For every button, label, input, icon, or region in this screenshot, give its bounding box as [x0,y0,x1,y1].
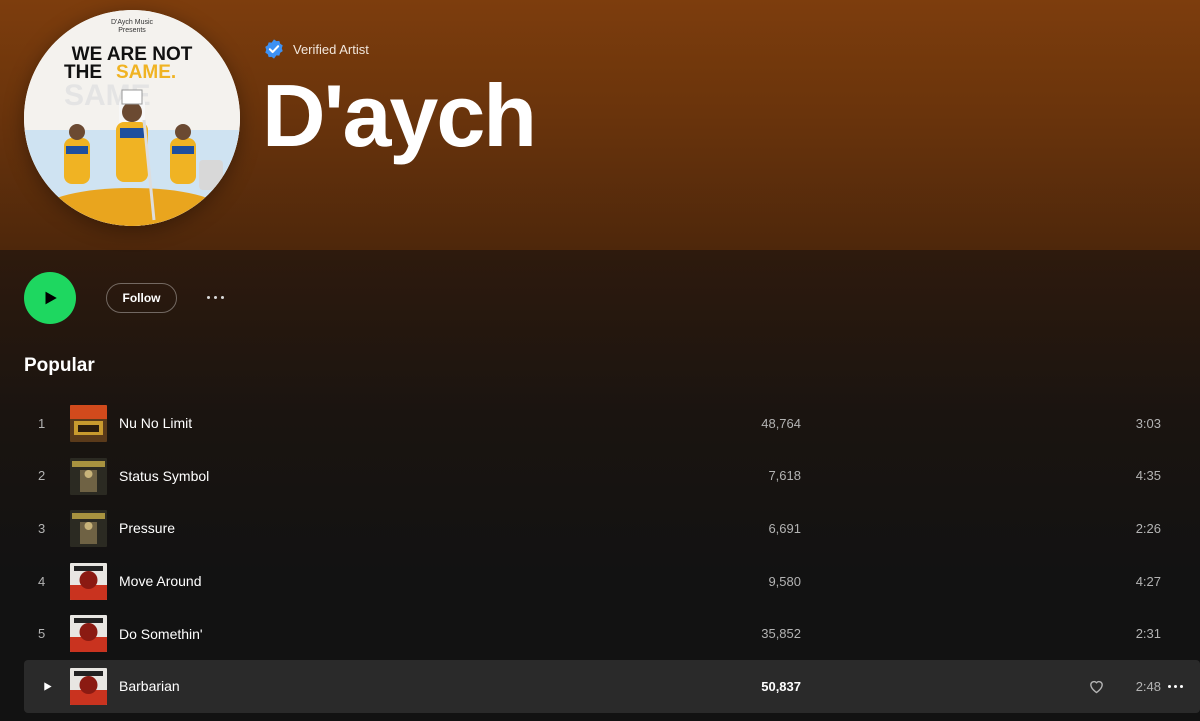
track-duration: 2:48 [1135,678,1161,694]
artist-avatar: SAME D'Aych Music Presents WE ARE NOT TH… [24,10,240,226]
verified-artist-badge: Verified Artist [263,38,369,60]
avatar-artwork: SAME D'Aych Music Presents WE ARE NOT TH… [24,10,240,226]
track-play-button[interactable] [42,660,53,713]
heart-icon [1090,680,1103,693]
track-duration: 3:03 [1135,415,1161,431]
more-icon [1168,684,1171,688]
more-icon [1180,684,1183,688]
avatar-text-line2: Presents [118,27,146,34]
track-row[interactable]: 1 Nu No Limit 48,764 3:03 [24,397,1200,450]
popular-track-list: 1 Nu No Limit 48,764 3:03 2 Status Symbo… [24,397,1200,713]
more-icon [213,295,217,299]
follow-button[interactable]: Follow [106,283,177,313]
track-row-hovered[interactable]: Barbarian 50,837 2:48 [24,659,1200,713]
track-more-button[interactable] [1168,660,1183,713]
track-duration: 4:27 [1135,573,1161,589]
track-duration: 2:26 [1135,520,1161,536]
track-number: 2 [38,468,46,484]
track-plays: 6,691 [768,520,801,536]
track-plays: 48,764 [761,415,801,431]
track-cover [70,615,107,653]
track-title[interactable]: Nu No Limit [119,397,192,450]
avatar-title-c: SAME. [116,62,176,83]
track-number: 3 [38,520,46,536]
track-number: 1 [38,415,46,431]
track-row[interactable]: 3 Pressure 6,691 2:26 [24,502,1200,555]
verified-label: Verified Artist [293,41,369,57]
track-plays: 7,618 [768,468,801,484]
track-number: 4 [38,573,46,589]
track-cover [70,405,107,442]
track-title[interactable]: Move Around [119,555,202,608]
avatar-text-line1: D'Aych Music [111,19,154,26]
track-row[interactable]: 5 Do Somethin' 35,852 2:31 [24,607,1200,660]
play-icon [45,291,57,305]
track-plays: 35,852 [761,626,801,642]
more-icon [1174,684,1177,688]
play-icon [44,682,52,691]
track-cover [70,510,107,548]
track-title[interactable]: Do Somethin' [119,607,203,660]
track-duration: 2:31 [1135,626,1161,642]
track-title[interactable]: Pressure [119,502,175,555]
track-duration: 4:35 [1135,468,1161,484]
track-title[interactable]: Barbarian [119,660,180,713]
track-number: 5 [38,626,46,642]
like-button[interactable] [1088,660,1105,713]
play-button[interactable] [24,272,76,324]
track-row[interactable]: 2 Status Symbol 7,618 4:35 [24,450,1200,503]
track-title[interactable]: Status Symbol [119,450,209,503]
artist-name: D'aych [262,66,537,165]
track-plays: 9,580 [768,573,801,589]
track-row[interactable]: 4 Move Around 9,580 4:27 [24,555,1200,608]
track-cover [70,667,107,705]
more-icon [206,295,210,299]
avatar-title-b: THE [64,62,102,83]
verified-badge-icon [265,39,283,59]
more-icon [220,295,224,299]
more-options-button[interactable] [200,287,230,307]
track-plays: 50,837 [761,678,801,694]
track-cover [70,562,107,600]
track-cover [70,457,107,495]
popular-heading: Popular [24,355,95,376]
